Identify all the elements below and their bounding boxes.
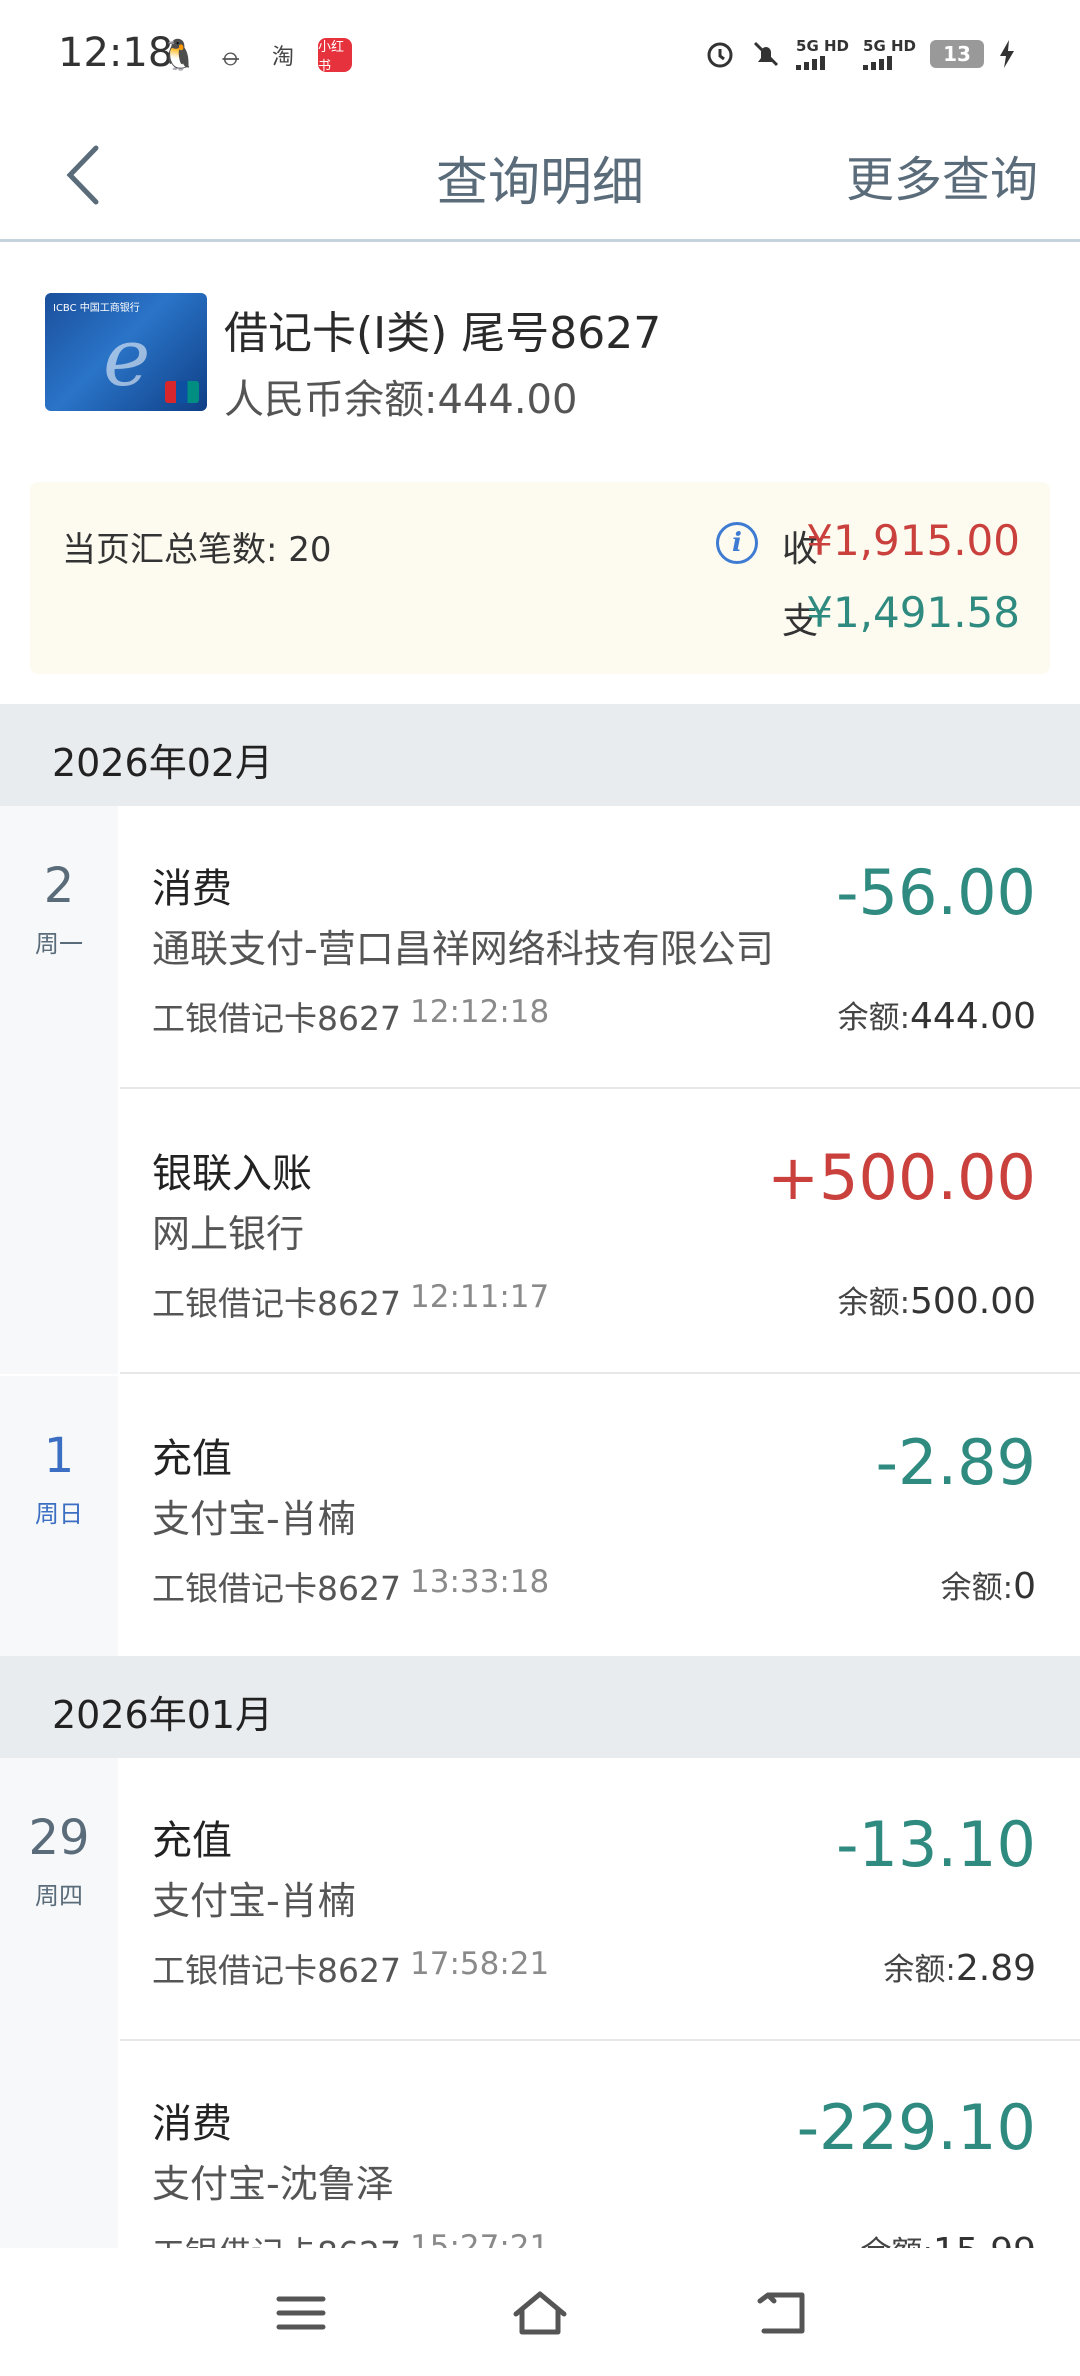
xiaohongshu-icon: 小红书 [318,38,352,74]
status-bar: 12:18 🐧 ⦵ 淘 小红书 5G HD 5G HD 13 [0,0,1080,110]
transaction-row[interactable]: 消费 通联支付-营口昌祥网络科技有限公司 工银借记卡8627 12:12:18 … [120,806,1080,1089]
txn-card: 工银借记卡8627 [152,999,401,1038]
balance-label: 余额: [940,1570,1014,1606]
transaction-row[interactable]: 银联入账 网上银行 工银借记卡8627 12:11:17 +500.00 余额:… [120,1091,1080,1374]
txn-time: 12:11:17 [410,1279,550,1315]
unionpay-logo-icon [165,381,199,403]
month-header: 2026年01月 [0,1656,1080,1758]
menu-button[interactable] [266,2278,336,2348]
balance-label: 余额: [837,1285,911,1321]
txn-amount: -2.89 [875,1426,1036,1499]
account-balance: 人民币余额:444.00 [224,377,578,423]
info-icon[interactable]: i [716,522,758,564]
txn-description: 网上银行 [152,1212,305,1256]
txn-description: 支付宝-肖楠 [152,1497,356,1541]
transaction-row[interactable]: 充值 支付宝-肖楠 工银借记卡8627 17:58:21 -13.10 余额:2… [120,1758,1080,2041]
menu-icon [276,2296,326,2330]
taobao-icon: 淘 [271,45,294,70]
txn-type: 充值 [152,1436,232,1482]
txn-balance: 余额:2.89 [883,1944,1036,1989]
txn-balance: 余额:444.00 [838,992,1036,1037]
account-name: 借记卡(Ⅰ类) 尾号8627 [224,308,662,359]
system-nav-bar [0,2248,1080,2376]
txn-balance: 余额:0 [941,1562,1036,1607]
txn-amount: +500.00 [767,1141,1036,1214]
txn-amount: -229.10 [796,2091,1036,2164]
swirl-app-icon: ⦵ [218,37,244,73]
balance-value: 500.00 [910,1281,1036,1322]
signal-1: 5G HD [796,38,849,70]
balance-value: 444.00 [910,996,1036,1037]
month-label: 2026年01月 [52,1693,274,1737]
month-label: 2026年02月 [52,741,274,785]
card-e-logo: e [103,311,151,404]
day-number: 2 [43,858,75,914]
txn-card: 工银借记卡8627 [152,1284,401,1323]
signal-bars-icon [796,54,826,70]
summary-count: 当页汇总笔数: 20 [62,530,332,570]
txn-time: 13:33:18 [410,1564,550,1600]
back-arrow-icon [757,2292,805,2334]
charging-icon [1000,40,1014,68]
transaction-row[interactable]: 充值 支付宝-肖楠 工银借记卡8627 13:33:18 -2.89 余额:0 [120,1376,1080,1656]
day-number: 1 [43,1428,75,1484]
txn-description: 支付宝-沈鲁泽 [152,2162,394,2206]
day-number: 29 [28,1810,90,1866]
network-label-2: 5G HD [863,37,916,55]
day-column: 29 周四 [0,1758,118,2248]
txn-card: 工银借记卡8627 [152,1569,401,1608]
signal-bars-icon [863,54,893,70]
balance-label: 余额: [883,1952,956,1988]
more-query-button[interactable]: 更多查询 [846,140,1038,210]
txn-type: 消费 [152,2101,232,2147]
home-icon [513,2291,567,2335]
account-card[interactable]: ICBC 中国工商银行 e 借记卡(Ⅰ类) 尾号8627 人民币余额:444.0… [0,245,1080,475]
balance-label: 余额: [837,1000,911,1036]
day-weekday: 周日 [35,1500,83,1528]
day-weekday: 周四 [35,1882,83,1910]
txn-card: 工银借记卡8627 [152,1951,401,1990]
day-weekday: 周一 [35,930,83,958]
qq-icon: 🐧 [160,37,198,73]
txn-amount: -56.00 [836,856,1036,929]
debit-card-image: ICBC 中国工商银行 e [45,293,207,411]
txn-type: 银联入账 [152,1151,312,1197]
expense-total: ¥1,491.58 [806,588,1020,637]
txn-amount: -13.10 [836,1808,1036,1881]
status-indicators: 5G HD 5G HD 13 [704,38,1016,70]
mute-bell-icon [753,41,779,67]
day-column: 2 周一 [0,806,118,1374]
txn-type: 充值 [152,1818,232,1864]
balance-value: 2.89 [955,1948,1036,1989]
balance-value: 0 [1013,1566,1036,1607]
app-header: 查询明细 更多查询 [0,110,1080,242]
status-time: 12:18 [58,30,174,76]
status-app-icons: 🐧 ⦵ 淘 小红书 [160,37,352,74]
txn-time: 12:12:18 [410,994,550,1030]
txn-description: 支付宝-肖楠 [152,1879,356,1923]
battery-icon: 13 [930,40,984,68]
txn-time: 17:58:21 [410,1946,550,1982]
day-column: 1 周日 [0,1376,118,1656]
txn-description: 通联支付-营口昌祥网络科技有限公司 [152,927,774,971]
home-button[interactable] [505,2278,575,2348]
income-total: ¥1,915.00 [806,516,1020,565]
txn-balance: 余额:500.00 [838,1277,1036,1322]
page-summary: 当页汇总笔数: 20 i 收 ¥1,915.00 支 ¥1,491.58 [30,482,1050,674]
month-header: 2026年02月 [0,704,1080,806]
alarm-icon [707,42,733,68]
txn-type: 消费 [152,866,232,912]
network-label-1: 5G HD [796,37,850,55]
back-nav-button[interactable] [746,2278,816,2348]
signal-2: 5G HD [863,38,916,70]
